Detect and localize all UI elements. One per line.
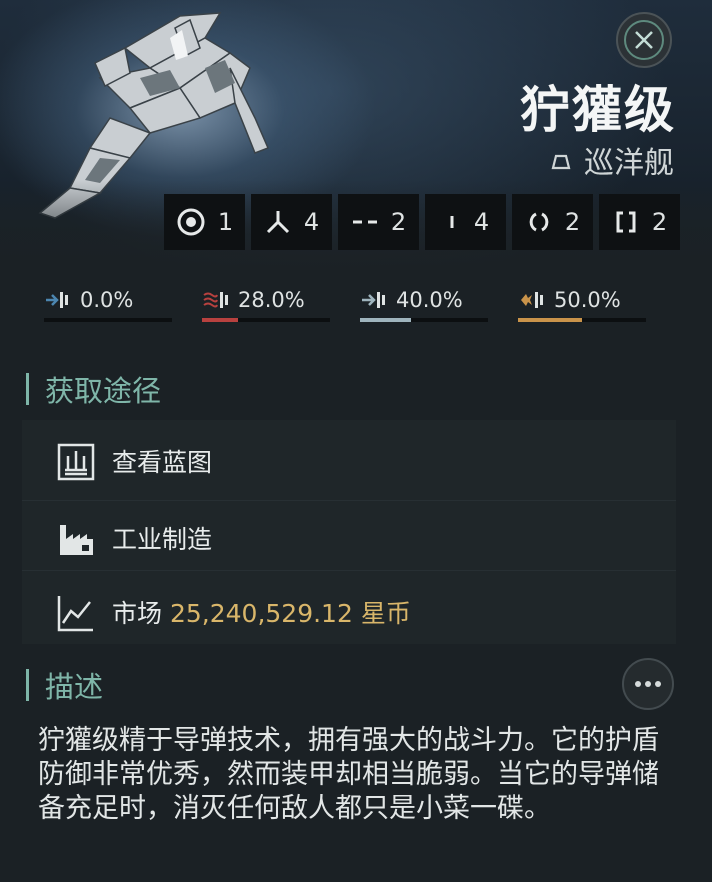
resist-value: 0.0% (80, 288, 134, 312)
more-dot-icon (645, 681, 651, 687)
more-dot-icon (635, 681, 641, 687)
more-options-button[interactable] (622, 658, 674, 710)
close-button[interactable] (616, 12, 672, 68)
market-chart-icon (57, 596, 93, 632)
market-text: 市场 25,240,529.12 星币 (112, 594, 411, 630)
acquire-section-header: 获取途径 (26, 368, 161, 410)
description-section-header: 描述 (26, 664, 103, 706)
kinetic-resist-icon (362, 292, 385, 308)
blueprint-icon (57, 443, 95, 481)
slot-count: 1 (217, 208, 234, 236)
view-blueprint-row[interactable]: 查看蓝图 (22, 424, 676, 498)
resist-em: 0.0% (44, 284, 172, 324)
resist-fill (360, 318, 412, 322)
description-text: 狞獾级精于导弹技术，拥有强大的战斗力。它的护盾防御非常优秀，然而装甲却相当脆弱。… (38, 725, 659, 824)
resist-value: 40.0% (396, 288, 463, 312)
section-accent-bar (26, 669, 29, 701)
slot-count: 2 (390, 208, 407, 236)
high-slot-icon (352, 220, 377, 224)
resist-fill (202, 318, 238, 322)
industry-row[interactable]: 工业制造 (22, 501, 676, 575)
explosive-resist-icon (521, 292, 543, 308)
slot-layout-bar: 1 4 2 4 2 2 (164, 194, 680, 250)
thermal-resist-icon (203, 292, 228, 308)
ship-name: 狞獾级 (520, 81, 676, 139)
slot-launcher[interactable]: 4 (251, 194, 332, 250)
mid-slot-icon (529, 212, 549, 232)
industry-label: 工业制造 (112, 525, 213, 554)
slot-count: 2 (564, 208, 581, 236)
slot-rig[interactable]: 2 (599, 194, 680, 250)
resistance-bar: 0.0% 28.0% 40.0% 50.0% (44, 284, 646, 324)
ship-class-icon (551, 154, 571, 170)
resist-thermal: 28.0% (202, 284, 330, 324)
section-title: 描述 (45, 670, 104, 704)
factory-icon (60, 525, 93, 555)
slot-high[interactable]: 2 (338, 194, 419, 250)
slot-count: 2 (651, 208, 668, 236)
turret-hardpoint-icon (177, 208, 205, 236)
slot-count: 4 (303, 208, 320, 236)
market-label: 市场 (112, 599, 163, 628)
low-slot-icon (450, 216, 454, 228)
launcher-hardpoint-icon (266, 211, 289, 234)
em-resist-icon (46, 292, 68, 308)
slot-count: 4 (473, 208, 490, 236)
slot-turret[interactable]: 1 (164, 194, 245, 250)
resist-value: 50.0% (554, 288, 621, 312)
ship-class-label: 巡洋舰 (584, 146, 674, 181)
slot-mid[interactable]: 2 (512, 194, 593, 250)
view-blueprint-label: 查看蓝图 (112, 448, 213, 477)
ship-class: 巡洋舰 (548, 140, 674, 181)
section-accent-bar (26, 373, 29, 405)
rig-slot-icon (616, 211, 636, 233)
resist-fill (518, 318, 582, 322)
market-price: 25,240,529.12 星币 (169, 599, 411, 628)
resist-kinetic: 40.0% (360, 284, 488, 324)
more-dot-icon (655, 681, 661, 687)
market-row[interactable]: 市场 25,240,529.12 星币 (22, 575, 676, 649)
resist-explosive: 50.0% (518, 284, 646, 324)
acquire-panel: 查看蓝图 工业制造 市场 25,240,529.12 星币 (22, 420, 676, 644)
resist-value: 28.0% (238, 288, 305, 312)
close-icon (624, 20, 664, 60)
slot-low[interactable]: 4 (425, 194, 506, 250)
section-title: 获取途径 (45, 374, 162, 408)
